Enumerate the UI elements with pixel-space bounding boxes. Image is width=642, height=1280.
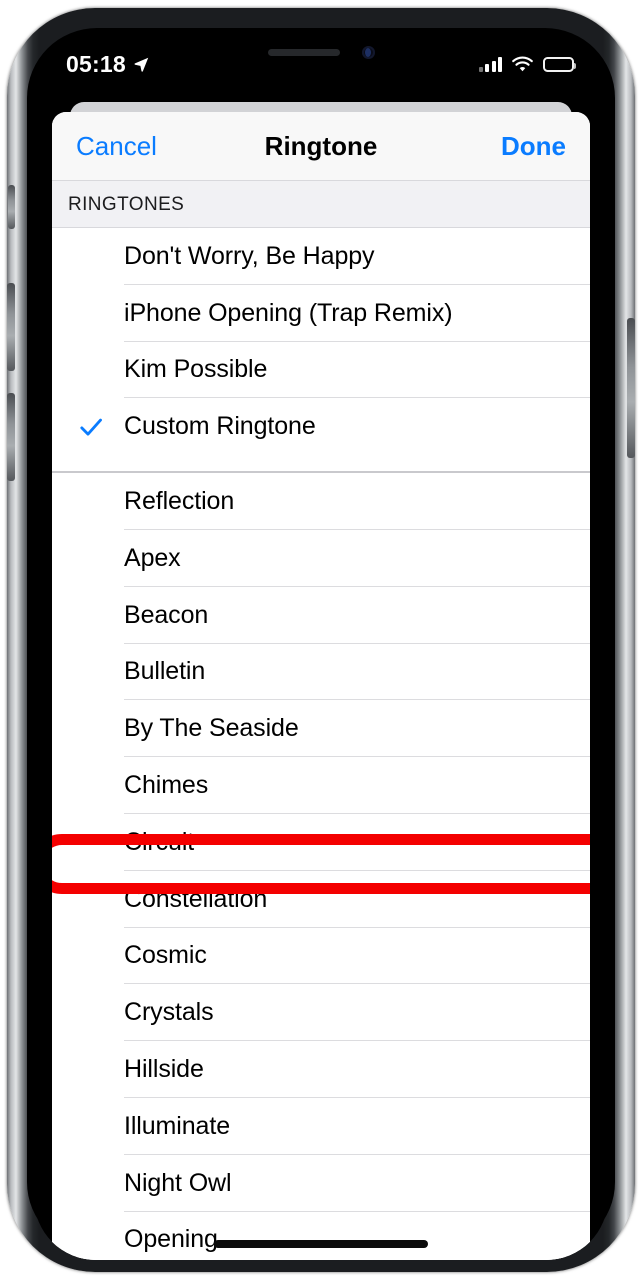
list-item[interactable]: Constellation <box>52 870 590 928</box>
list-item[interactable]: Bulletin <box>52 643 590 701</box>
ringtone-label: Opening <box>124 1225 218 1254</box>
list-item[interactable]: Hillside <box>52 1041 590 1098</box>
checkmark-slot <box>52 414 124 440</box>
ringtone-label: Crystals <box>124 998 214 1027</box>
ringtone-label: Reflection <box>124 487 235 516</box>
ringtone-label: Chimes <box>124 771 209 800</box>
power-button[interactable] <box>627 318 635 458</box>
ringtone-label: Circuit <box>124 827 195 856</box>
battery-full-icon <box>543 56 576 72</box>
list-item[interactable]: Cosmic <box>52 927 590 985</box>
mute-switch-button[interactable] <box>8 185 15 229</box>
status-bar-left: 05:18 <box>66 43 150 78</box>
status-bar-right <box>478 48 576 73</box>
notch <box>206 36 436 69</box>
ringtone-label: Night Owl <box>124 1168 232 1197</box>
list-item[interactable]: Night Owl <box>52 1154 590 1212</box>
ringtone-label: Kim Possible <box>124 355 268 384</box>
volume-down-button[interactable] <box>7 393 15 481</box>
done-button[interactable]: Done <box>501 131 566 162</box>
ringtone-list[interactable]: RINGTONES Don't Worry, Be Happy iPhone O… <box>52 180 590 1260</box>
list-item-selected[interactable]: Custom Ringtone <box>52 398 590 456</box>
volume-up-button[interactable] <box>7 283 15 371</box>
list-item[interactable]: Reflection <box>52 473 590 530</box>
cellular-signal-icon <box>478 56 502 72</box>
home-indicator[interactable] <box>214 1240 428 1248</box>
wifi-icon <box>512 56 533 71</box>
location-arrow-icon <box>134 57 149 72</box>
ringtone-label: Constellation <box>124 884 268 913</box>
earpiece-speaker-icon <box>267 49 340 56</box>
list-item-by-the-seaside[interactable]: By The Seaside <box>52 700 590 758</box>
ringtone-label: Illuminate <box>124 1111 230 1140</box>
ringtone-modal-sheet: Cancel Ringtone Done RINGTONES Don't Wor… <box>52 112 590 1260</box>
status-time: 05:18 <box>66 50 126 77</box>
list-item[interactable]: Opening <box>52 1211 590 1260</box>
list-item[interactable]: Kim Possible <box>52 341 590 399</box>
list-item[interactable]: Circuit <box>52 813 590 871</box>
ringtone-label: iPhone Opening (Trap Remix) <box>124 298 453 327</box>
ringtone-label: Beacon <box>124 600 209 629</box>
list-item[interactable]: Apex <box>52 529 590 587</box>
section-header-ringtones: RINGTONES <box>52 180 590 228</box>
ringtone-label: Hillside <box>124 1055 204 1084</box>
section-divider <box>52 455 590 474</box>
list-item[interactable]: Chimes <box>52 757 590 814</box>
ringtone-label: Cosmic <box>124 941 207 970</box>
list-item[interactable]: Illuminate <box>52 1097 590 1155</box>
ringtone-label: Bulletin <box>124 657 206 686</box>
ringtone-label: Custom Ringtone <box>124 412 316 441</box>
ringtone-label: By The Seaside <box>124 714 299 743</box>
front-camera-icon <box>361 46 375 59</box>
checkmark-icon <box>80 418 102 436</box>
cancel-button[interactable]: Cancel <box>76 131 157 162</box>
list-item[interactable]: Don't Worry, Be Happy <box>52 228 590 285</box>
iphone-device-frame: 05:18 Cancel Ringtone Done RINGTONES Don… <box>7 8 635 1272</box>
list-item[interactable]: iPhone Opening (Trap Remix) <box>52 284 590 342</box>
list-item[interactable]: Crystals <box>52 984 590 1042</box>
ringtone-label: Don't Worry, Be Happy <box>124 241 375 270</box>
ringtone-label: Apex <box>124 543 181 572</box>
modal-nav-bar: Cancel Ringtone Done <box>52 112 590 180</box>
phone-screen: 05:18 Cancel Ringtone Done RINGTONES Don… <box>34 36 608 1260</box>
list-item[interactable]: Beacon <box>52 586 590 644</box>
